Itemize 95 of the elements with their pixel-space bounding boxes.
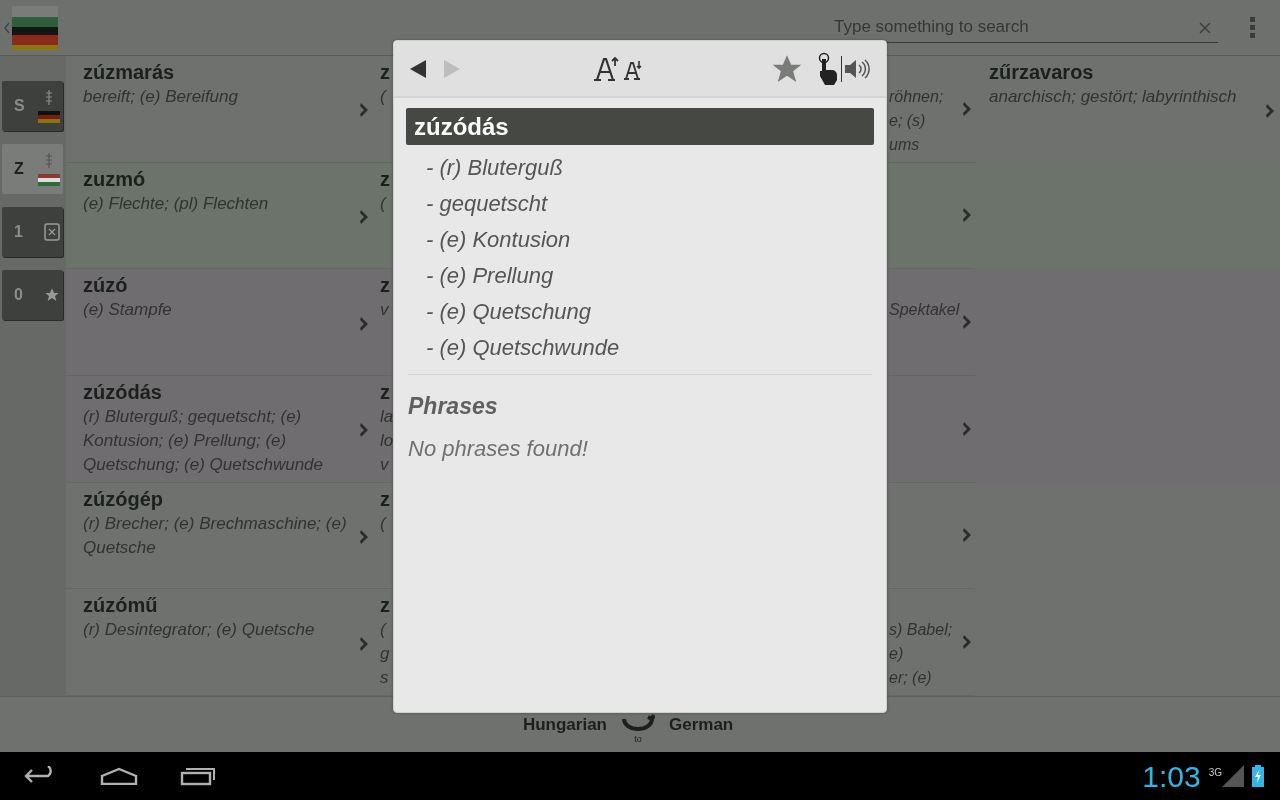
entry-word: z <box>380 60 391 85</box>
entry-row[interactable]: zúzódás (r) Bluterguß; gequetscht; (e) Kontusion; (e) Prellung; (e) Quetschung; (e) Quetschwunde <box>66 376 380 483</box>
entry-row[interactable]: zúzó (e) Stampfe <box>66 269 380 376</box>
entry-row[interactable]: zúzógép (r) Brecher; (e) Brechmaschine; (e) Quetsche <box>66 482 380 590</box>
speaker-icon[interactable] <box>844 57 870 80</box>
entry-word: zúzómű <box>83 593 159 619</box>
index-tab[interactable]: 0 <box>2 270 63 320</box>
entry-definition: bereift; (e) Bereifung <box>83 86 239 108</box>
entry-definition: lo <box>380 430 392 452</box>
entry-definition: e; (s) <box>889 111 927 131</box>
chevron-icon[interactable] <box>360 209 370 225</box>
battery-icon <box>1252 765 1264 787</box>
right-triangle-icon <box>444 59 460 78</box>
flag-logo-icon <box>12 5 58 50</box>
entry-definition: g <box>380 643 391 666</box>
glyph-icon <box>45 89 53 105</box>
entry-definition: ums <box>889 135 921 155</box>
entry-definition: s) Babel; <box>889 620 954 641</box>
entry-definition: (e) Stampfe <box>83 299 173 322</box>
translation: - (e) Kontusion <box>426 226 572 254</box>
entry-definition: ( <box>380 86 388 108</box>
entry-definition: röhnen; <box>889 87 945 107</box>
entry-word: z <box>380 593 391 619</box>
translation: - (e) Prellung <box>426 262 555 290</box>
chevron-icon[interactable] <box>963 420 973 437</box>
star-icon <box>44 287 60 303</box>
chevron-icon[interactable] <box>963 314 973 331</box>
chevron-icon[interactable] <box>360 422 370 439</box>
chevron-icon[interactable] <box>963 527 973 544</box>
increase-font-icon[interactable] <box>592 55 619 82</box>
signal-icon <box>1222 765 1244 787</box>
entry-definition: la <box>380 406 392 428</box>
entry-word: z <box>380 486 391 512</box>
glyph-icon <box>45 152 53 168</box>
entry-definition: ( <box>380 512 388 535</box>
entry-word: z <box>380 166 391 192</box>
entry-word: zúzógép <box>83 486 164 512</box>
entry-definition: e) <box>889 644 905 665</box>
entry-definition: ( <box>380 192 388 215</box>
entry-word: z <box>380 380 391 405</box>
target-language[interactable]: German <box>669 711 759 738</box>
entry-definition: anarchisch; gestört; labyrinthisch <box>989 86 1238 108</box>
headword: zúzódás <box>414 111 509 142</box>
index-tab[interactable]: 1 <box>2 207 63 257</box>
entry-word: z <box>380 273 391 299</box>
flag-icon <box>38 173 60 186</box>
phrases-heading: Phrases <box>407 392 499 421</box>
chevron-icon[interactable] <box>963 100 973 117</box>
search-field[interactable]: Type something to search <box>832 12 1218 43</box>
translation: - (e) Quetschung <box>426 298 593 326</box>
entry-definition: (r) Bluterguß; gequetscht; (e) Kontusion; (e) Prellung; (e) Quetschung; (e) Quetschwunde <box>83 406 325 476</box>
flag-icon <box>38 110 60 123</box>
translation: - gequetscht <box>426 190 549 218</box>
chevron-icon[interactable] <box>1266 102 1276 119</box>
chevron-icon[interactable] <box>360 635 370 652</box>
no-phrases-message: No phrases found! <box>407 434 589 463</box>
swap-arrows-icon <box>621 712 655 733</box>
entry-word: zúzódás <box>83 380 163 405</box>
chevron-icon[interactable] <box>360 102 370 119</box>
entry-word: zűrzavaros <box>989 60 1095 85</box>
app-logo-button[interactable] <box>4 5 58 50</box>
entry-definition: s <box>380 667 390 690</box>
calculator-icon <box>44 223 60 241</box>
entry-definition: Spektakel <box>889 300 961 321</box>
chevron-icon[interactable] <box>360 315 370 332</box>
swap-languages-button[interactable]: to <box>621 702 655 747</box>
favorite-button[interactable] <box>771 53 803 84</box>
entry-definition: v <box>380 299 390 322</box>
touch-hand-icon[interactable] <box>817 51 839 86</box>
chevron-icon[interactable] <box>963 634 973 651</box>
entry-definition: (e) Flechte; (pl) Flechten <box>83 192 270 215</box>
entry-definition: (r) Brecher; (e) Brechmaschine; (e) Quetsche <box>83 512 348 559</box>
entry-row[interactable]: zuzmó (e) Flechte; (pl) Flechten <box>66 162 380 270</box>
left-triangle-icon <box>410 59 426 78</box>
back-caret-icon <box>4 21 10 34</box>
source-language[interactable]: Hungarian <box>517 711 607 738</box>
entry-word: zuzmó <box>83 166 147 192</box>
star-icon <box>771 53 803 84</box>
entry-definition: v <box>380 454 390 476</box>
chevron-icon[interactable] <box>963 207 973 224</box>
translation: - (e) Quetschwunde <box>426 334 621 362</box>
index-tab[interactable]: S <box>2 81 63 131</box>
clear-icon[interactable] <box>1198 20 1212 35</box>
chevron-icon[interactable] <box>360 529 370 545</box>
index-tab[interactable]: Z <box>2 144 63 194</box>
translation: - (r) Bluterguß <box>426 154 564 182</box>
clock: 1:03 <box>1142 758 1201 795</box>
recent-apps-icon[interactable] <box>180 766 216 786</box>
entry-definition: er; (e) <box>889 668 933 689</box>
entry-word: zúzó <box>83 273 129 299</box>
entry-word: zúzmarás <box>83 60 176 85</box>
entry-definition: (r) Desintegrator; (e) Quetsche <box>83 619 316 642</box>
network-type: 3G <box>1208 766 1222 780</box>
home-icon[interactable] <box>100 767 138 785</box>
entry-definition: ( <box>380 619 388 642</box>
